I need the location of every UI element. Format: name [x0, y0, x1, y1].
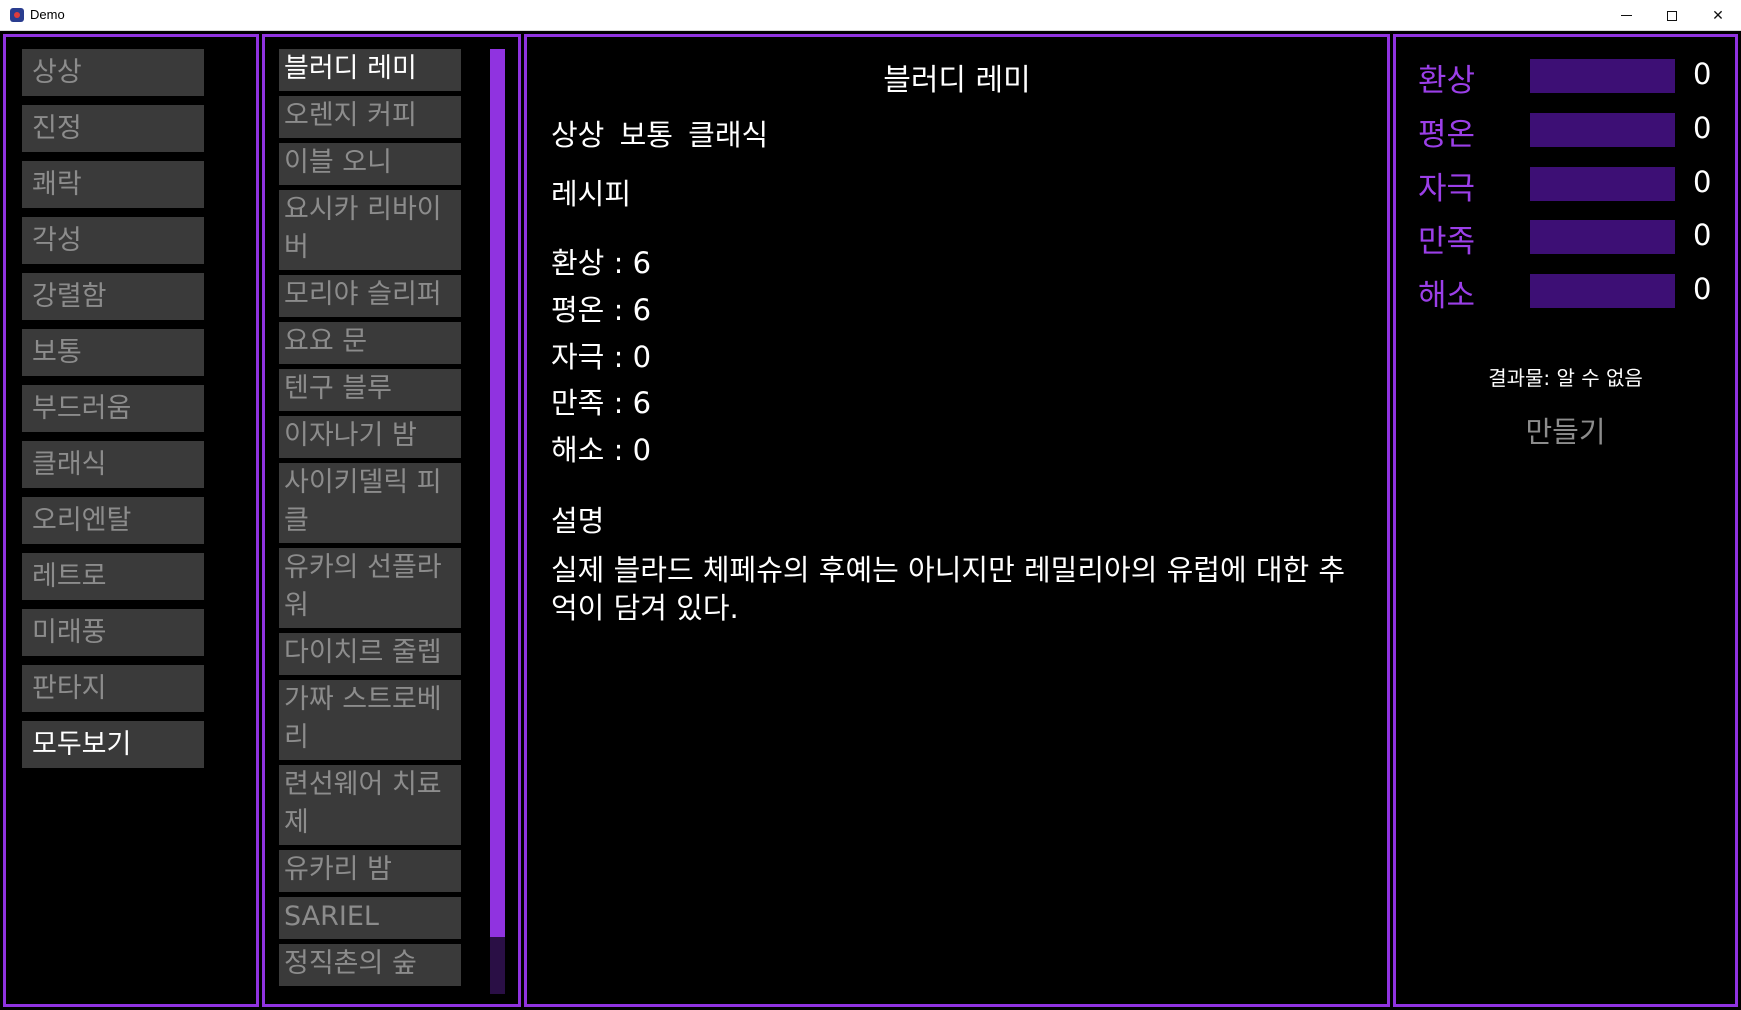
result-text: 결과물: 알 수 없음: [1488, 366, 1643, 390]
meter-value: 0: [1693, 111, 1712, 145]
drink-list-item[interactable]: 다이치르 줄렙: [279, 633, 461, 675]
recipe-stat-line: 만족 : 6: [551, 380, 651, 422]
minimize-icon: [1620, 15, 1632, 16]
meter-bar: [1530, 113, 1675, 147]
drink-list-item[interactable]: 블러디 레미: [279, 49, 461, 91]
app-icon: [10, 8, 24, 22]
mix-panel: 환상 0 평온 0 자극 0 만족 0 해소 0 결과물: 알 수 없음 만들기: [1393, 34, 1738, 1007]
recipe-stat-label: 자극: [551, 340, 605, 374]
category-button[interactable]: 클래식: [22, 441, 204, 488]
recipe-stat-label: 환상: [551, 246, 605, 280]
drink-list-item[interactable]: 유카리 밤: [279, 850, 461, 892]
category-button[interactable]: 쾌락: [22, 161, 204, 208]
category-button[interactable]: 미래풍: [22, 609, 204, 656]
category-button[interactable]: 보통: [22, 329, 204, 376]
drink-description: 실제 블라드 체페슈의 후예는 아니지만 레밀리아의 유럽에 대한 추억이 담겨…: [551, 553, 1346, 625]
meter-value: 0: [1693, 218, 1712, 252]
drink-tags: 상상 보통 클래식: [551, 118, 769, 152]
recipe-stat-value: 0: [632, 433, 652, 467]
recipe-stat-line: 환상 : 6: [551, 240, 651, 282]
meter-label: 만족: [1418, 224, 1476, 260]
category-button[interactable]: 부드러움: [22, 385, 204, 432]
meter-label: 평온: [1418, 117, 1476, 153]
meter-bar: [1530, 167, 1675, 201]
recipe-stat-value: 6: [632, 246, 652, 280]
minimize-button[interactable]: [1603, 0, 1649, 31]
category-button[interactable]: 진정: [22, 105, 204, 152]
title-bar: Demo ✕: [0, 0, 1741, 31]
meter-value: 0: [1693, 165, 1712, 199]
recipe-stat-separator: :: [604, 340, 633, 374]
meter-bar: [1530, 220, 1675, 254]
recipe-stat-label: 해소: [551, 433, 605, 467]
drink-list-item[interactable]: 련선웨어 치료제: [279, 765, 461, 845]
description-heading: 설명: [551, 504, 605, 538]
drink-list-item[interactable]: 텐구 블루: [279, 369, 461, 411]
drink-list-item[interactable]: 정직촌의 숲: [279, 944, 461, 986]
scrollbar-thumb[interactable]: [490, 49, 505, 937]
window-title: Demo: [30, 7, 65, 22]
meter-bar: [1530, 59, 1675, 93]
recipe-stat-line: 자극 : 0: [551, 334, 651, 376]
meter-bar: [1530, 274, 1675, 308]
category-list: 상상진정쾌락각성강렬함보통부드러움클래식오리엔탈레트로미래풍판타지모두보기: [22, 49, 204, 777]
maximize-icon: [1667, 10, 1677, 21]
drink-list-panel: 블러디 레미오렌지 커피이블 오니요시카 리바이버모리야 슬리퍼요요 문텐구 블…: [262, 34, 521, 1007]
drink-list-item[interactable]: 모리야 슬리퍼: [279, 275, 461, 317]
drink-list-item[interactable]: 유카의 선플라워: [279, 548, 461, 628]
category-button[interactable]: 강렬함: [22, 273, 204, 320]
recipe-stat-separator: :: [604, 433, 633, 467]
recipe-stat-separator: :: [604, 293, 633, 327]
meter-label: 환상: [1418, 63, 1476, 99]
recipe-stat-value: 6: [632, 386, 652, 420]
recipe-stat-separator: :: [604, 246, 633, 280]
drink-list-item[interactable]: 가짜 스트로베리: [279, 680, 461, 760]
recipe-stat-value: 6: [632, 293, 652, 327]
drink-list-item[interactable]: 요시카 리바이버: [279, 190, 461, 270]
make-button[interactable]: 만들기: [1496, 410, 1635, 454]
drink-list-scrollbar[interactable]: [490, 49, 505, 994]
drink-detail-panel: 블러디 레미 상상 보통 클래식 레시피 환상 : 6 평온 : 6 자극 : 0만…: [524, 34, 1390, 1007]
category-button[interactable]: 모두보기: [22, 721, 204, 768]
category-button[interactable]: 상상: [22, 49, 204, 96]
drink-list-item[interactable]: 이블 오니: [279, 143, 461, 185]
recipe-heading: 레시피: [551, 177, 632, 211]
drink-list-item[interactable]: SARIEL: [279, 897, 461, 939]
recipe-stat-separator: :: [604, 386, 633, 420]
category-button[interactable]: 판타지: [22, 665, 204, 712]
drink-list-item[interactable]: 요요 문: [279, 322, 461, 364]
recipe-stat-label: 만족: [551, 386, 605, 420]
drink-list-item[interactable]: 이자나기 밤: [279, 416, 461, 458]
recipe-stat-line: 평온 : 6: [551, 287, 651, 329]
drink-list[interactable]: 블러디 레미오렌지 커피이블 오니요시카 리바이버모리야 슬리퍼요요 문텐구 블…: [279, 49, 463, 992]
close-button[interactable]: ✕: [1695, 0, 1741, 31]
drink-list-item[interactable]: 사이키델릭 피클: [279, 463, 461, 543]
recipe-stat-label: 평온: [551, 293, 605, 327]
close-icon: ✕: [1712, 7, 1724, 24]
meter-value: 0: [1693, 272, 1712, 306]
category-button[interactable]: 각성: [22, 217, 204, 264]
recipe-stat-line: 해소 : 0: [551, 427, 651, 469]
drink-title: 블러디 레미: [883, 63, 1031, 98]
meter-label: 해소: [1418, 278, 1476, 314]
meter-value: 0: [1693, 57, 1712, 91]
recipe-stat-value: 0: [632, 340, 652, 374]
category-button[interactable]: 오리엔탈: [22, 497, 204, 544]
category-panel: 상상진정쾌락각성강렬함보통부드러움클래식오리엔탈레트로미래풍판타지모두보기: [3, 34, 259, 1007]
meter-label: 자극: [1418, 171, 1476, 207]
maximize-button[interactable]: [1649, 0, 1695, 31]
category-button[interactable]: 레트로: [22, 553, 204, 600]
drink-list-item[interactable]: 오렌지 커피: [279, 96, 461, 138]
